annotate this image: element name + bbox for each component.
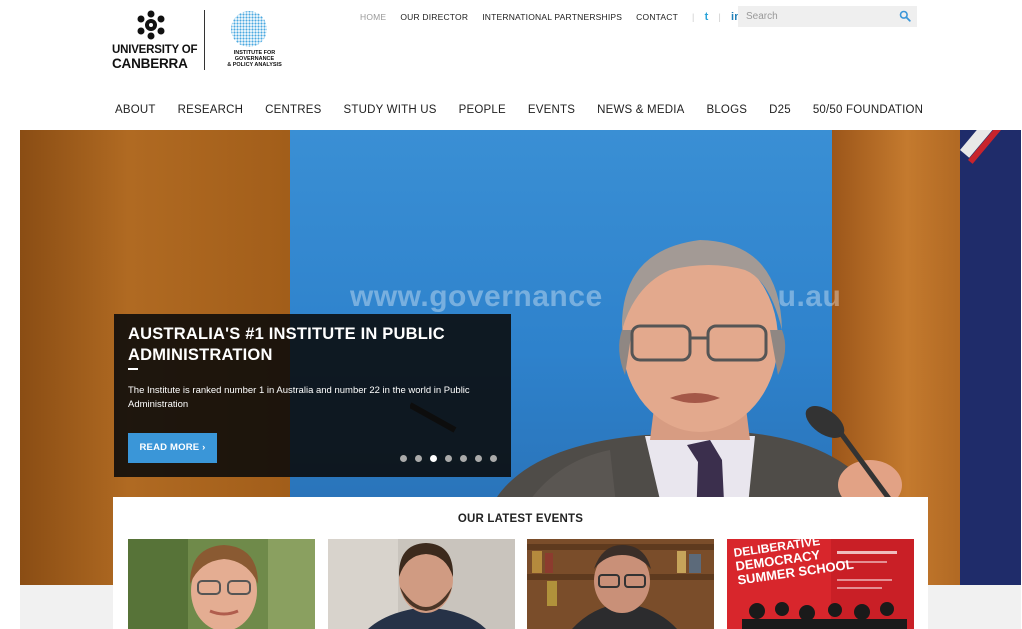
topnav-international-partnerships[interactable]: INTERNATIONAL PARTNERSHIPS bbox=[482, 12, 622, 22]
topnav-contact[interactable]: CONTACT bbox=[636, 12, 678, 22]
hero-divider bbox=[128, 368, 138, 370]
nav-separator: | bbox=[718, 12, 721, 22]
institute-globe-icon bbox=[231, 11, 267, 47]
university-name: UNIVERSITY OF CANBERRA bbox=[112, 44, 198, 71]
university-crest-icon bbox=[137, 10, 165, 40]
slider-dot[interactable] bbox=[460, 455, 467, 462]
twitter-icon[interactable]: t bbox=[705, 11, 709, 23]
nav-research[interactable]: RESEARCH bbox=[178, 104, 244, 116]
slider-dot-active[interactable] bbox=[430, 455, 437, 462]
read-more-button[interactable]: READ MORE › bbox=[128, 433, 217, 463]
slider-dot[interactable] bbox=[445, 455, 452, 462]
nav-study-with-us[interactable]: STUDY WITH US bbox=[344, 104, 437, 116]
institute-name: INSTITUTE FOR GOVERNANCE & POLICY ANALYS… bbox=[227, 50, 282, 68]
event-card[interactable] bbox=[128, 539, 315, 629]
events-heading: OUR LATEST EVENTS bbox=[457, 513, 584, 525]
event-photo bbox=[128, 539, 315, 629]
nav-d25[interactable]: D25 bbox=[769, 104, 791, 116]
hero-title: AUSTRALIA'S #1 INSTITUTE IN PUBLIC ADMIN… bbox=[128, 325, 445, 364]
nav-blogs[interactable]: BLOGS bbox=[706, 104, 747, 116]
slider-dot[interactable] bbox=[490, 455, 497, 462]
slider-dot[interactable] bbox=[475, 455, 482, 462]
nav-centres[interactable]: CENTRES bbox=[265, 104, 321, 116]
search-box bbox=[738, 6, 917, 27]
nav-events[interactable]: EVENTS bbox=[528, 104, 575, 116]
slider-dot[interactable] bbox=[415, 455, 422, 462]
search-icon[interactable] bbox=[899, 10, 911, 22]
nav-5050-foundation[interactable]: 50/50 FOUNDATION bbox=[813, 104, 923, 116]
nav-people[interactable]: PEOPLE bbox=[459, 104, 506, 116]
hero-flag bbox=[960, 130, 1021, 585]
event-poster: DELIBERATIVE DEMOCRACY SUMMER SCHOOL bbox=[727, 539, 914, 629]
slider-dot[interactable] bbox=[400, 455, 407, 462]
event-photo bbox=[328, 539, 515, 629]
latest-events: OUR LATEST EVENTS DELIBERATIVE DEMOCRACY… bbox=[113, 497, 928, 629]
site-logo[interactable]: UNIVERSITY OF CANBERRA INSTITUTE FOR GOV… bbox=[112, 8, 302, 72]
nav-separator: | bbox=[692, 12, 695, 22]
utility-nav: HOME OUR DIRECTOR INTERNATIONAL PARTNERS… bbox=[360, 10, 751, 24]
topnav-home[interactable]: HOME bbox=[360, 12, 386, 22]
logo-divider bbox=[204, 10, 205, 70]
event-card[interactable] bbox=[328, 539, 515, 629]
event-card-summer-school[interactable]: DELIBERATIVE DEMOCRACY SUMMER SCHOOL bbox=[727, 539, 914, 629]
hero-caption: AUSTRALIA'S #1 INSTITUTE IN PUBLIC ADMIN… bbox=[114, 314, 511, 477]
main-nav: ABOUT RESEARCH CENTRES STUDY WITH US PEO… bbox=[115, 104, 945, 116]
search-input[interactable] bbox=[738, 6, 888, 27]
slider-pagination bbox=[400, 455, 505, 462]
event-card[interactable] bbox=[527, 539, 714, 629]
nav-about[interactable]: ABOUT bbox=[115, 104, 156, 116]
event-photo bbox=[527, 539, 714, 629]
hero-description: The Institute is ranked number 1 in Aust… bbox=[128, 385, 470, 410]
nav-news-media[interactable]: NEWS & MEDIA bbox=[597, 104, 684, 116]
topnav-our-director[interactable]: OUR DIRECTOR bbox=[400, 12, 468, 22]
